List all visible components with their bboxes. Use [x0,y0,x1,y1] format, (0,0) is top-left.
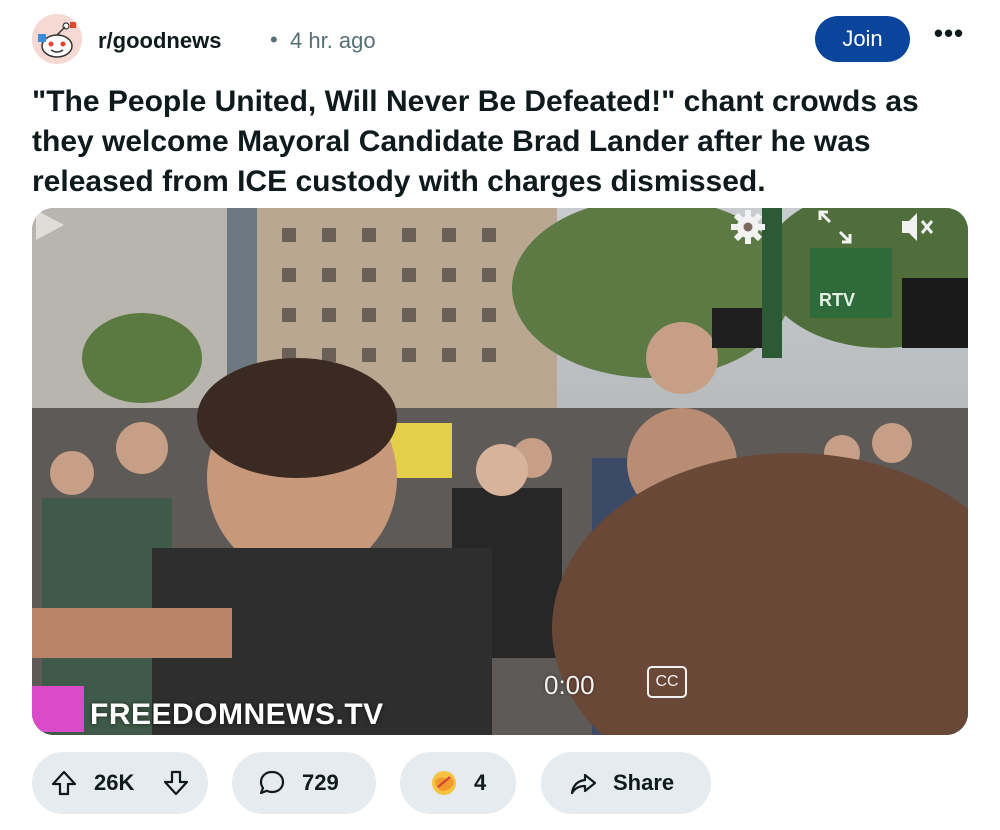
video-timecode: 0:00 [544,670,595,700]
video-watermark: FREEDOMNEWS.TV [90,698,384,731]
post-actions: 26K 729 4 Share [32,752,968,814]
upvote-icon[interactable] [50,769,78,797]
logo-badge [32,686,84,732]
video-frame [32,208,968,735]
award-button[interactable]: 4 [400,752,516,814]
channel-logo: RTV [819,290,855,310]
more-options-button[interactable]: ••• [930,20,968,52]
vote-pill: 26K [32,752,208,814]
post-title[interactable]: "The People United, Will Never Be Defeat… [32,82,972,202]
award-count: 4 [474,770,487,795]
captions-icon[interactable]: CC [647,666,687,698]
share-arrow-icon [570,773,597,795]
meta-separator: • [270,27,278,52]
settings-gear-icon[interactable] [729,208,767,246]
subreddit-avatar[interactable] [32,14,82,64]
share-label: Share [613,770,675,795]
post-timestamp: 4 hr. ago [290,28,376,53]
muted-speaker-icon[interactable] [898,208,936,246]
fullscreen-icon[interactable] [816,208,854,246]
share-button[interactable]: Share [541,752,711,814]
subreddit-name[interactable]: r/goodnews [98,28,221,54]
post-header: r/goodnews • 4 hr. ago Join ••• [32,14,968,66]
vote-count: 26K [94,770,135,795]
comment-count: 729 [302,770,339,795]
comment-bubble-icon [259,770,285,795]
comments-button[interactable]: 729 [232,752,376,814]
video-player[interactable]: FREEDOMNEWS.TV RTV 0:00 CC [32,208,968,735]
join-button[interactable]: Join [815,16,910,62]
downvote-icon[interactable] [162,769,190,797]
play-icon[interactable] [32,208,66,242]
snoo-avatar-icon [32,14,82,64]
award-icon [432,771,456,795]
